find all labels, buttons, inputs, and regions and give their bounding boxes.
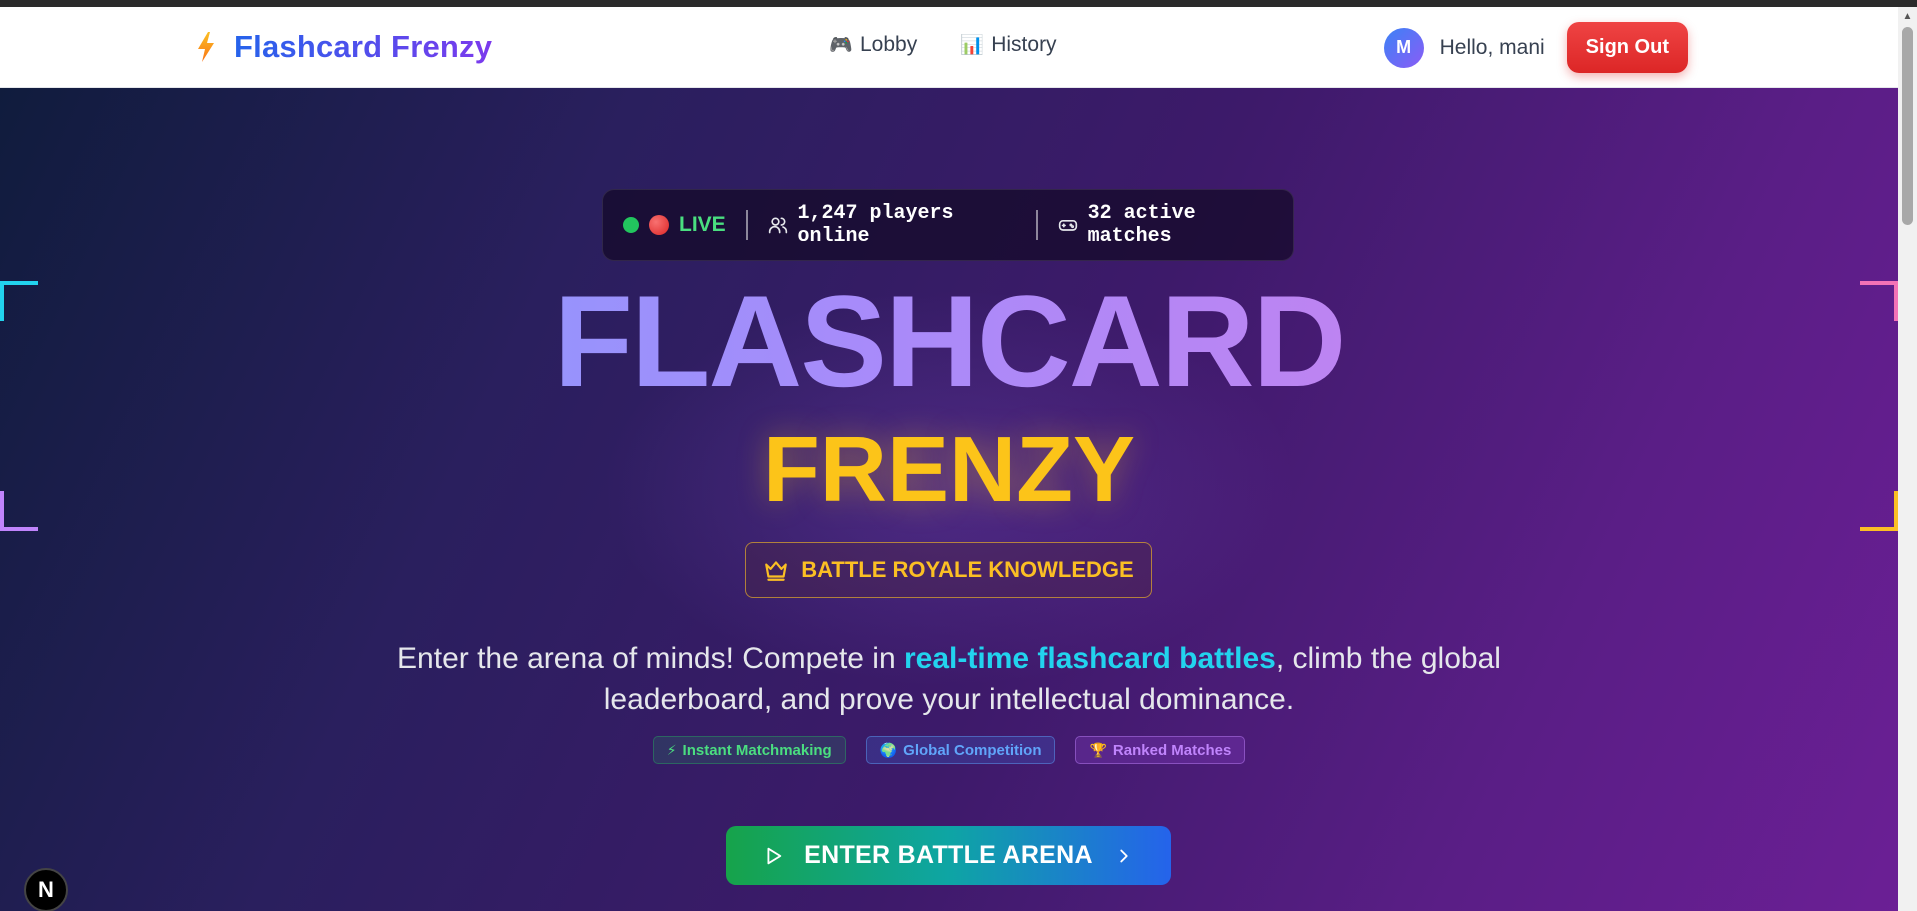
gamepad-emoji-icon: 🎮 xyxy=(829,35,853,56)
live-dot-icon xyxy=(623,217,639,233)
active-matches-stat: 32 active matches xyxy=(1058,202,1273,248)
crown-icon xyxy=(765,561,788,581)
avatar[interactable]: M xyxy=(1383,27,1424,68)
page-scrollbar[interactable]: ▲ xyxy=(1898,7,1917,911)
chip-label: Ranked Matches xyxy=(1112,741,1232,759)
globe-emoji-icon: 🌍 xyxy=(879,741,898,758)
red-circle-icon xyxy=(649,215,669,235)
sign-out-button[interactable]: Sign Out xyxy=(1566,22,1688,73)
brand-name: Flashcard Frenzy xyxy=(234,29,493,64)
bar-chart-emoji-icon: 📊 xyxy=(960,35,985,56)
hero-subtitle: FRENZY xyxy=(763,417,1135,521)
battle-royale-badge: BATTLE ROYALE KNOWLEDGE xyxy=(745,542,1152,598)
live-label: LIVE xyxy=(679,213,726,236)
chip-label: Global Competition xyxy=(903,741,1042,759)
trophy-emoji-icon: 🏆 xyxy=(1089,741,1107,758)
tagline-text-start: Enter the arena of minds! Compete in xyxy=(397,642,904,675)
live-indicator: LIVE xyxy=(623,213,726,237)
players-online-text: 1,247 players online xyxy=(797,202,954,248)
gamepad-icon xyxy=(1058,220,1077,231)
brand-logo[interactable]: Flashcard Frenzy xyxy=(196,29,492,65)
hero-section: LIVE 1,247 players online 32 active matc… xyxy=(0,88,1898,911)
nav-link-lobby[interactable]: 🎮 Lobby xyxy=(829,33,918,57)
main-nav: 🎮 Lobby 📊 History xyxy=(829,33,1057,57)
user-greeting: Hello, mani xyxy=(1439,35,1545,59)
chip-global-competition: 🌍 Global Competition xyxy=(865,736,1056,764)
chip-instant-matchmaking: ⚡ Instant Matchmaking xyxy=(652,736,846,764)
feature-chips: ⚡ Instant Matchmaking 🌍 Global Competiti… xyxy=(0,736,1898,764)
lightning-bolt-icon xyxy=(198,32,214,62)
hero-tagline: Enter the arena of minds! Compete in rea… xyxy=(380,638,1518,720)
nav-link-lobby-label: Lobby xyxy=(860,33,918,56)
status-divider xyxy=(745,210,748,240)
chip-label: Instant Matchmaking xyxy=(682,741,832,759)
nav-link-history-label: History xyxy=(991,33,1057,56)
hero-title: FLASHCARD xyxy=(0,276,1898,406)
users-icon xyxy=(768,217,787,234)
enter-battle-arena-button[interactable]: ENTER BATTLE ARENA xyxy=(726,826,1171,885)
badge-label: BATTLE ROYALE KNOWLEDGE xyxy=(801,557,1134,582)
scroll-up-arrow-icon[interactable]: ▲ xyxy=(1898,7,1917,25)
live-status-bar: LIVE 1,247 players online 32 active matc… xyxy=(602,189,1294,261)
status-divider xyxy=(1035,210,1038,240)
chip-ranked-matches: 🏆 Ranked Matches xyxy=(1075,736,1246,764)
cta-label: ENTER BATTLE ARENA xyxy=(804,841,1093,869)
navbar: Flashcard Frenzy 🎮 Lobby 📊 History M Hel… xyxy=(0,7,1898,88)
lightning-emoji-icon: ⚡ xyxy=(666,741,677,758)
active-matches-text: 32 active matches xyxy=(1087,202,1196,248)
dev-tools-badge[interactable]: N xyxy=(24,868,68,911)
players-online-stat: 1,247 players online xyxy=(768,202,1016,248)
play-icon xyxy=(767,847,782,864)
user-area: M Hello, mani Sign Out xyxy=(1383,22,1688,73)
scroll-thumb[interactable] xyxy=(1902,27,1913,225)
chevron-right-icon xyxy=(1120,849,1128,862)
tagline-highlight: real-time flashcard battles xyxy=(904,642,1276,675)
nav-link-history[interactable]: 📊 History xyxy=(960,33,1057,57)
browser-top-strip xyxy=(0,0,1917,7)
